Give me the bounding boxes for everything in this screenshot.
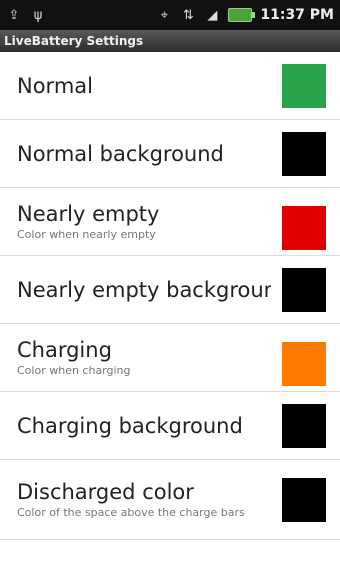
setting-text: Charging background <box>0 414 271 438</box>
setting-title: Discharged color <box>17 479 194 504</box>
color-swatch[interactable] <box>282 206 326 250</box>
app-title-bar: LiveBattery Settings <box>0 30 340 52</box>
setting-title: Normal <box>17 73 93 98</box>
setting-summary: Color when nearly empty <box>17 227 156 241</box>
signal-icon: ◢ <box>207 7 218 23</box>
setting-summary: Color when charging <box>17 363 131 377</box>
setting-title: Charging <box>17 337 112 362</box>
battery-icon <box>228 8 256 22</box>
color-swatch[interactable] <box>282 63 326 108</box>
color-swatch[interactable] <box>282 131 326 176</box>
setting-title: Normal background <box>17 141 224 166</box>
color-swatch[interactable] <box>282 267 326 312</box>
color-swatch[interactable] <box>282 342 326 386</box>
setting-charging-background[interactable]: Charging background <box>0 392 340 460</box>
setting-text: Nearly empty Color when nearly empty <box>0 202 271 242</box>
status-bar: ⇪ ψ ⌖ ⇅ ◢ 11:37 PM <box>0 0 340 30</box>
color-swatch[interactable] <box>282 403 326 448</box>
setting-text: Normal <box>0 74 271 98</box>
usb-icon: ψ <box>33 7 43 23</box>
setting-normal-background[interactable]: Normal background <box>0 120 340 188</box>
status-time: 11:37 PM <box>260 7 334 23</box>
setting-discharged-color[interactable]: Discharged color Color of the space abov… <box>0 460 340 540</box>
setting-text: Nearly empty background <box>0 278 271 302</box>
setting-text: Discharged color Color of the space abov… <box>0 480 271 520</box>
setting-nearly-empty-background[interactable]: Nearly empty background <box>0 256 340 324</box>
setting-normal[interactable]: Normal <box>0 52 340 120</box>
setting-nearly-empty[interactable]: Nearly empty Color when nearly empty <box>0 188 340 256</box>
page-title: LiveBattery Settings <box>4 34 144 48</box>
setting-title: Charging background <box>17 413 243 438</box>
setting-title: Nearly empty <box>17 201 160 226</box>
setting-charging[interactable]: Charging Color when charging <box>0 324 340 392</box>
upload-icon: ⇪ <box>8 7 20 23</box>
setting-text: Normal background <box>0 142 271 166</box>
setting-text: Charging Color when charging <box>0 338 271 378</box>
setting-summary: Color of the space above the charge bars <box>17 505 245 519</box>
gps-icon: ⌖ <box>160 7 169 23</box>
network-icon: ⇅ <box>182 7 194 23</box>
settings-list: Normal Normal background Nearly empty Co… <box>0 52 340 540</box>
color-swatch[interactable] <box>282 478 326 522</box>
setting-title: Nearly empty background <box>17 277 271 302</box>
